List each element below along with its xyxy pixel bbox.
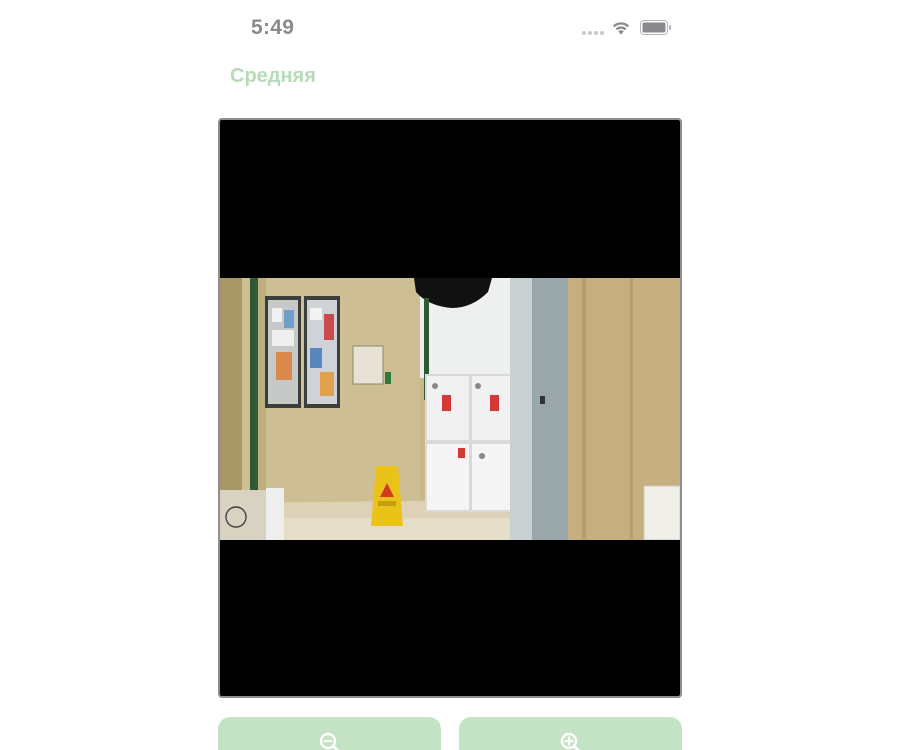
zoom-out-icon (319, 732, 339, 750)
app-screen: 5:49 Средняя (0, 0, 900, 750)
status-time: 5:49 (251, 16, 295, 39)
signal-dots-icon (582, 31, 604, 35)
camera-feed-image (220, 278, 680, 540)
zoom-in-button[interactable] (459, 717, 682, 750)
zoom-out-button[interactable] (218, 717, 441, 750)
camera-view[interactable] (218, 118, 682, 698)
page-title: Средняя (230, 65, 316, 87)
battery-icon (640, 20, 671, 35)
zoom-in-icon (560, 732, 580, 750)
wifi-icon (612, 22, 630, 35)
